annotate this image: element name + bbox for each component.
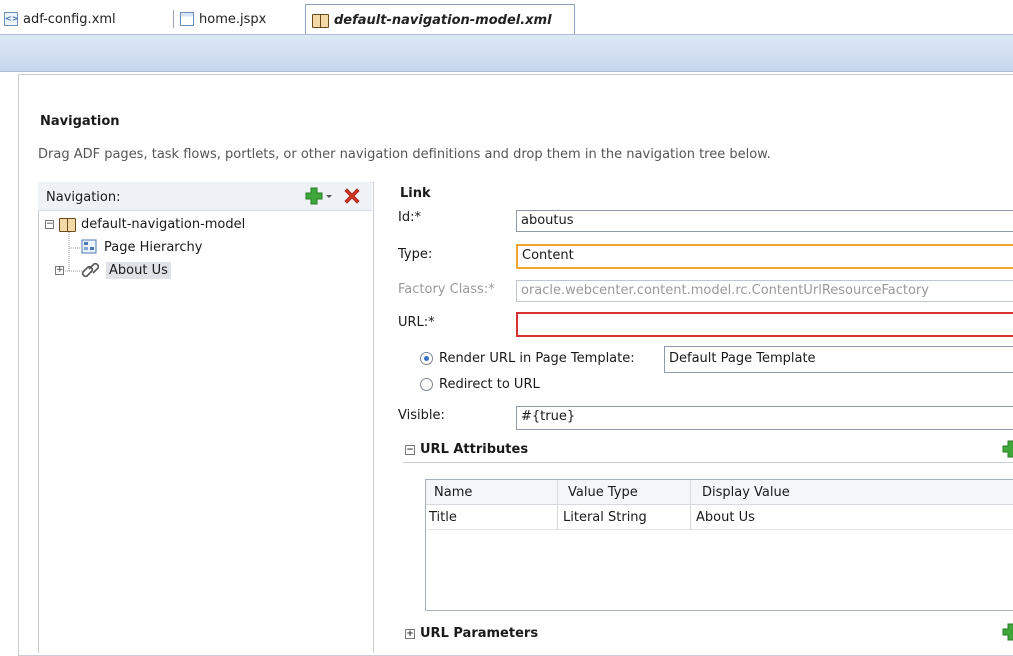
link-chain-icon (81, 262, 100, 278)
jspx-file-icon (180, 12, 194, 26)
add-plus-icon (1002, 440, 1013, 458)
page-title: Navigation (40, 114, 120, 129)
factory-class-field: oracle.webcenter.content.model.rc.Conten… (516, 280, 1013, 302)
tree-node-label: About Us (106, 261, 171, 279)
url-label: URL:* (398, 315, 435, 330)
link-section-title: Link (400, 186, 431, 201)
render-in-template-radio[interactable] (420, 352, 433, 365)
tree-node-page-hierarchy[interactable]: Page Hierarchy (81, 239, 202, 255)
factory-class-label: Factory Class:* (398, 282, 495, 297)
page-hierarchy-icon (81, 239, 97, 254)
redirect-to-url-radio[interactable] (420, 378, 433, 391)
page-template-select[interactable]: Default Page Template (664, 346, 1013, 373)
render-in-template-option[interactable]: Render URL in Page Template: (420, 351, 635, 366)
tab-label: home.jspx (199, 11, 267, 27)
id-field[interactable]: aboutus (516, 210, 1013, 232)
navigation-model-icon (312, 13, 329, 28)
expand-icon[interactable]: + (55, 265, 64, 275)
type-select[interactable]: Content (516, 244, 1013, 269)
tab-divider (173, 10, 174, 28)
redirect-to-url-label: Redirect to URL (439, 377, 540, 392)
column-header-value-type[interactable]: Value Type (568, 485, 638, 500)
section-divider (403, 462, 1013, 463)
tab-label: default-navigation-model.xml (334, 13, 552, 28)
visible-field[interactable]: #{true} (516, 406, 1013, 430)
delete-x-icon (344, 188, 360, 204)
delete-resource-button[interactable] (342, 186, 362, 210)
tree-node-about-us[interactable]: + About Us (55, 261, 171, 279)
xml-file-icon: <> (4, 12, 18, 26)
add-plus-icon (305, 187, 332, 205)
collapse-icon[interactable]: − (405, 444, 415, 455)
table-cell-display-value: About Us (696, 510, 755, 525)
navigation-model-icon (59, 217, 76, 232)
visible-label: Visible: (398, 408, 445, 423)
add-attribute-button[interactable] (1002, 440, 1013, 462)
render-in-template-label: Render URL in Page Template: (439, 351, 635, 366)
url-parameters-title: URL Parameters (420, 626, 539, 641)
tab-adf-config[interactable]: <> adf-config.xml (4, 6, 116, 32)
expand-icon[interactable]: + (405, 628, 415, 639)
type-label: Type: (398, 247, 433, 262)
url-parameters-section-header[interactable]: + URL Parameters (405, 626, 538, 641)
add-resource-button[interactable] (305, 187, 333, 209)
url-attributes-title: URL Attributes (420, 442, 529, 457)
redirect-to-url-option[interactable]: Redirect to URL (420, 377, 540, 392)
tab-home-jspx[interactable]: home.jspx (180, 6, 266, 32)
column-header-display-value[interactable]: Display Value (702, 485, 790, 500)
collapse-icon[interactable]: − (45, 220, 54, 229)
add-parameter-button[interactable] (1002, 623, 1013, 645)
tree-node-label: Page Hierarchy (104, 239, 203, 255)
tab-label: adf-config.xml (23, 11, 116, 27)
id-label: Id:* (398, 210, 421, 225)
tab-default-navigation-model[interactable]: default-navigation-model.xml (305, 4, 575, 36)
url-field[interactable] (516, 312, 1013, 337)
url-attributes-section-header[interactable]: − URL Attributes (405, 442, 528, 457)
table-cell-name: Title (429, 510, 457, 525)
page-description: Drag ADF pages, task flows, portlets, or… (38, 147, 771, 162)
editor-toolbar-band (0, 34, 1013, 72)
table-cell-value-type: Literal String (563, 510, 647, 525)
add-plus-icon (1002, 623, 1013, 641)
navigation-panel-label: Navigation: (46, 190, 121, 205)
tree-node-label: default-navigation-model (81, 217, 246, 232)
tree-node-default-navigation-model[interactable]: − default-navigation-model (45, 217, 245, 232)
column-header-name[interactable]: Name (434, 485, 472, 500)
